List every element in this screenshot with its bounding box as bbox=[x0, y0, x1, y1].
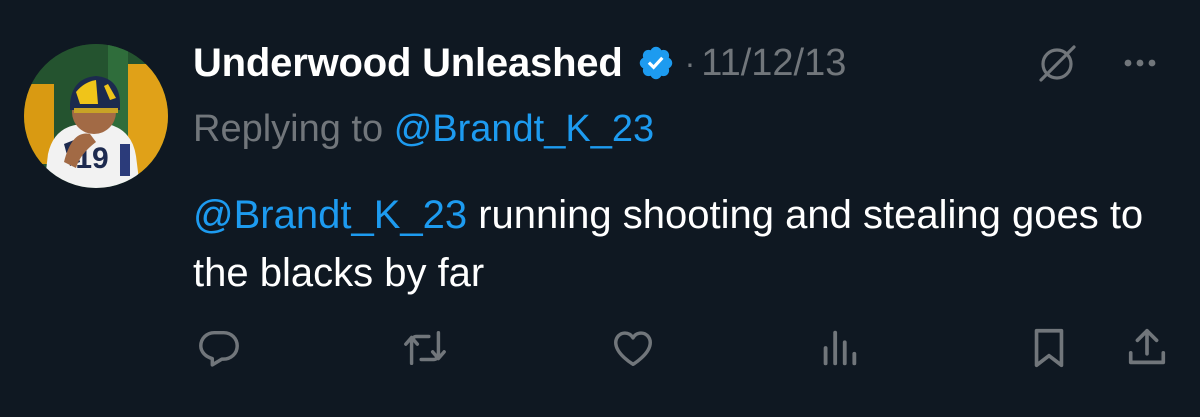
tweet[interactable]: 19 Underwood Unleashed · 11/12/13 Replyi… bbox=[0, 0, 1200, 417]
avatar[interactable]: 19 bbox=[24, 44, 168, 188]
share-icon[interactable] bbox=[1121, 322, 1173, 374]
replying-prefix: Replying to bbox=[193, 108, 384, 150]
tweet-text: @Brandt_K_23 running shooting and steali… bbox=[193, 186, 1173, 302]
reply-icon[interactable] bbox=[193, 322, 245, 374]
tweet-date[interactable]: 11/12/13 bbox=[701, 42, 846, 85]
grok-icon[interactable] bbox=[1034, 40, 1080, 86]
replying-handle-link[interactable]: @Brandt_K_23 bbox=[394, 108, 654, 150]
action-bar bbox=[193, 322, 1178, 378]
verified-badge-icon[interactable] bbox=[637, 44, 675, 82]
more-icon[interactable] bbox=[1120, 43, 1160, 83]
like-icon[interactable] bbox=[607, 322, 659, 374]
bookmark-icon[interactable] bbox=[1023, 322, 1075, 374]
header-actions bbox=[1034, 40, 1160, 86]
mention-link[interactable]: @Brandt_K_23 bbox=[193, 193, 467, 237]
author-name[interactable]: Underwood Unleashed bbox=[193, 41, 623, 86]
views-icon[interactable] bbox=[813, 322, 865, 374]
retweet-icon[interactable] bbox=[399, 322, 451, 374]
separator-dot: · bbox=[684, 44, 696, 81]
tweet-header: Underwood Unleashed · 11/12/13 bbox=[193, 38, 846, 88]
replying-to: Replying to @Brandt_K_23 bbox=[193, 108, 654, 151]
